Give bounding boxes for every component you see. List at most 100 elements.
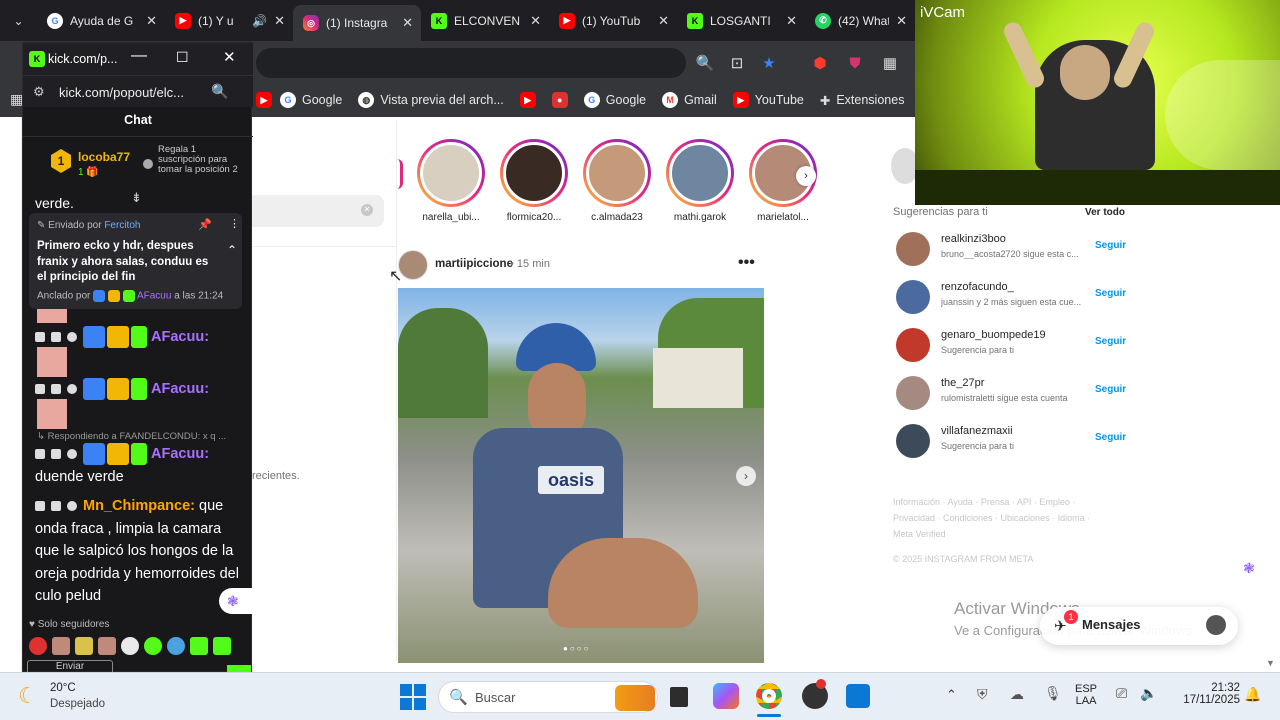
bookmark-item[interactable]: G Google (583, 92, 646, 108)
store-icon[interactable] (846, 684, 870, 708)
browser-tab[interactable]: ✆ (42) Whats ✕ (805, 5, 915, 37)
speaker-icon[interactable]: 🔊 (252, 14, 267, 28)
suggestion-username[interactable]: villafanezmaxii (941, 425, 1013, 437)
close-tab-icon[interactable]: ✕ (896, 13, 907, 29)
volume-icon[interactable]: 🔈 (1140, 685, 1157, 702)
follow-button[interactable]: Seguir (1095, 240, 1126, 251)
extension-icon[interactable]: ● (551, 92, 568, 108)
see-all-link[interactable]: Ver todo (1085, 207, 1125, 218)
onedrive-icon[interactable]: ☁ (1010, 686, 1024, 703)
apps-grid-icon[interactable]: ▦ (0, 83, 23, 117)
bookmark-item[interactable]: ▶ YouTube (732, 92, 804, 108)
reply-context[interactable]: ↳ Respondiendo a FAANDELCONDU: x q ... (37, 431, 226, 442)
zoom-icon[interactable]: 🔍 (693, 51, 717, 75)
messages-button[interactable]: ✈ 1 Mensajes (1040, 607, 1238, 645)
browser-tab-active[interactable]: ◎ (1) Instagra ✕ (293, 5, 421, 41)
search-icon[interactable]: 🔍 (211, 83, 228, 100)
scroll-down-icon[interactable]: ▼ (1266, 658, 1275, 668)
weather-desc[interactable]: Despejado (50, 698, 105, 710)
chat-username[interactable]: AFacuu: (151, 446, 209, 462)
gift-username[interactable]: locoba77 (78, 150, 130, 164)
post-avatar[interactable] (398, 250, 428, 280)
close-tab-icon[interactable]: ✕ (274, 13, 285, 29)
follow-button[interactable]: Seguir (1095, 384, 1126, 395)
emote-icon[interactable] (167, 637, 185, 655)
clear-search-icon[interactable]: ✕ (361, 204, 373, 216)
browser-tab[interactable]: ▶ (1) Y u 🔊 ✕ (165, 5, 293, 37)
story-item[interactable]: flormica20... (498, 139, 570, 223)
avatar[interactable] (896, 280, 930, 314)
browser-tab[interactable]: K LOSGANTI ✕ (677, 5, 805, 37)
avatar[interactable] (896, 328, 930, 362)
start-button[interactable] (400, 684, 426, 710)
extension-icon[interactable]: ⬢ (808, 51, 832, 75)
minimize-icon[interactable]: — (131, 47, 147, 65)
post-username[interactable]: martiipiccione (435, 258, 513, 270)
address-bar[interactable] (256, 48, 686, 78)
carousel-next-icon[interactable]: › (736, 466, 756, 486)
youtube-icon[interactable]: ▶ (256, 92, 272, 108)
close-tab-icon[interactable]: ✕ (530, 13, 541, 29)
emote-icon[interactable] (98, 637, 116, 655)
avatar[interactable] (896, 232, 930, 266)
emote-icon[interactable] (121, 637, 139, 655)
chrome-icon[interactable] (756, 683, 782, 709)
emote-icon[interactable] (75, 637, 93, 655)
pinned-anchored-user[interactable]: AFacuu (137, 291, 171, 302)
story-item[interactable]: c.almada23 (581, 139, 653, 223)
close-tab-icon[interactable]: ✕ (146, 13, 157, 29)
show-hidden-icons-chevron[interactable]: ⌃ (946, 687, 957, 703)
browser-tab[interactable]: G Ayuda de G ✕ (37, 5, 165, 37)
chat-username[interactable]: AFacuu: (151, 381, 209, 397)
emote-icon[interactable] (213, 637, 231, 655)
extension-grid-icon[interactable]: ▦ (878, 51, 902, 75)
suggestion-username[interactable]: genaro_buompede19 (941, 329, 1046, 341)
close-icon[interactable]: ✕ (223, 48, 236, 66)
follow-button[interactable]: Seguir (1095, 432, 1126, 443)
task-view-icon[interactable] (670, 687, 688, 707)
avatar[interactable] (896, 424, 930, 458)
assistant-icon[interactable]: ❃ (1240, 559, 1258, 577)
pinned-sent-user[interactable]: Fercitoh (104, 220, 140, 231)
site-settings-icon[interactable]: ⚙ (33, 84, 45, 100)
tab-list-chevron-icon[interactable]: ⌄ (0, 9, 37, 33)
suggestion-username[interactable]: realkinzi3boo (941, 233, 1006, 245)
close-tab-icon[interactable]: ✕ (658, 13, 669, 29)
story-item[interactable]: narella_ubi... (415, 139, 487, 223)
avatar[interactable] (896, 376, 930, 410)
suggestion-username[interactable]: renzofacundo_ (941, 281, 1014, 293)
chat-username[interactable]: AFacuu: (151, 329, 209, 345)
follow-button[interactable]: Seguir (1095, 336, 1126, 347)
install-app-icon[interactable]: ⊡ (725, 51, 749, 75)
post-options-icon[interactable]: ••• (738, 254, 755, 272)
emote-icon[interactable] (52, 637, 70, 655)
more-options-icon[interactable]: ⋮ (229, 217, 240, 230)
vpn-icon[interactable]: ⛨ (977, 686, 988, 703)
input-language[interactable]: ESP LAA (1075, 683, 1097, 707)
microphone-icon[interactable]: 🎙 (1044, 685, 1062, 702)
youtube-icon[interactable]: ▶ (519, 92, 536, 108)
emote-icon[interactable] (190, 637, 208, 655)
shield-extension-icon[interactable]: ⛊ (843, 51, 867, 75)
close-tab-icon[interactable]: ✕ (786, 13, 797, 29)
unpin-icon[interactable]: 📌 (198, 218, 212, 231)
post-image[interactable]: oasis › ●○○○ (398, 288, 764, 663)
chat-username[interactable]: Mn_Chimpance: (83, 498, 195, 514)
scroll-to-bottom-icon[interactable]: ⇟ (131, 190, 142, 206)
copilot-icon[interactable] (713, 683, 739, 709)
story-item[interactable]: mathi.garok (664, 139, 736, 223)
notifications-icon[interactable]: 🔔 (1244, 686, 1261, 703)
search-box[interactable]: 🔍 Buscar (438, 681, 658, 713)
bookmark-item[interactable]: M Gmail (662, 92, 717, 108)
bookmark-star-icon[interactable]: ★ (757, 51, 781, 75)
close-tab-icon[interactable]: ✕ (402, 15, 413, 31)
bookmark-item[interactable]: ◍ Vista previa del arch... (358, 92, 504, 108)
browser-tab[interactable]: ▶ (1) YouTub ✕ (549, 5, 677, 37)
assistant-icon[interactable]: ❃ (219, 588, 253, 614)
browser-tab[interactable]: K ELCONVEN ✕ (421, 5, 549, 37)
weather-temp[interactable]: 20°C (50, 682, 76, 694)
network-icon[interactable]: ⎚ (1116, 685, 1127, 702)
bookmark-item[interactable]: G Google (280, 92, 342, 108)
stories-next-icon[interactable]: › (796, 166, 816, 186)
weather-icon[interactable]: ☾ (18, 683, 38, 709)
